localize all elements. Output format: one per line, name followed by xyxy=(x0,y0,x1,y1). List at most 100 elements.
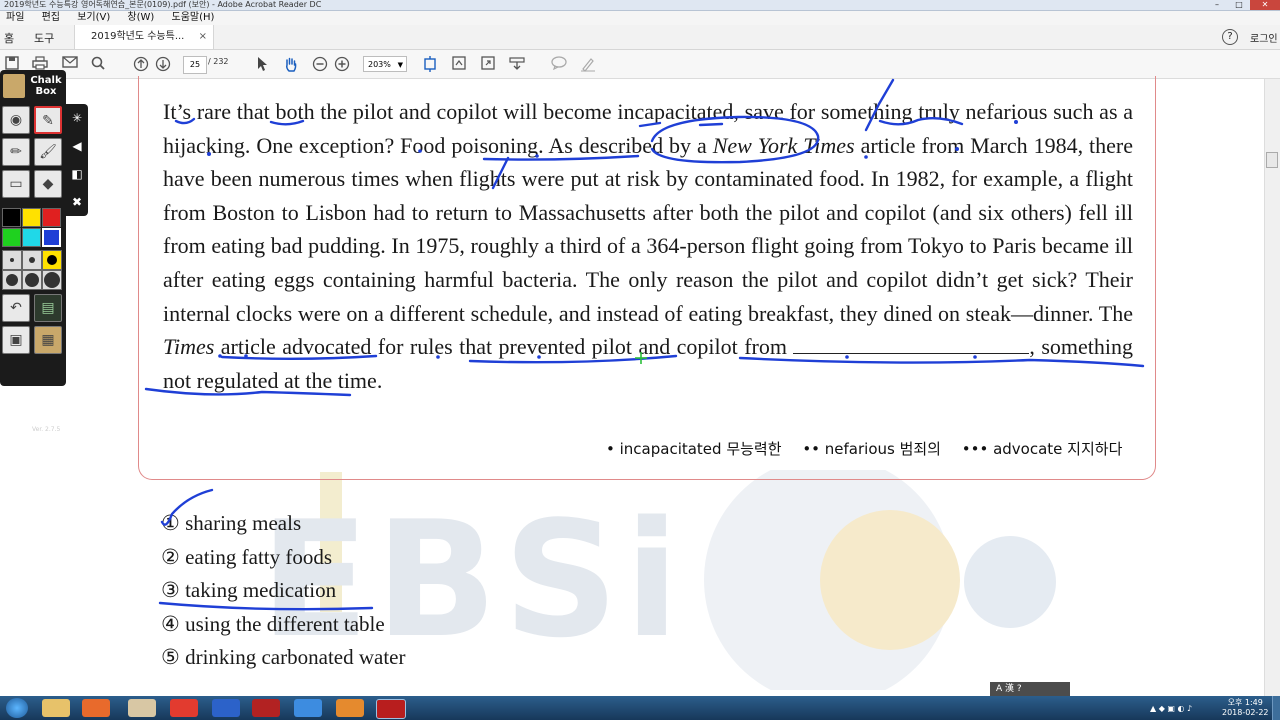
color-black[interactable] xyxy=(2,208,21,227)
page-number-input[interactable]: 25 xyxy=(183,56,207,74)
show-desktop-button[interactable] xyxy=(1272,696,1280,720)
option-1: ① sharing meals xyxy=(161,511,302,535)
window-title: 2019학년도 수능특강 영어독해연습_본문(0109).pdf (보안) - … xyxy=(4,0,322,9)
answer-blank xyxy=(793,335,1030,355)
newspaper-title: New York Times xyxy=(712,132,855,158)
hand-icon[interactable] xyxy=(283,56,299,72)
option-3: ③ taking medication xyxy=(161,578,337,602)
color-yellow[interactable] xyxy=(22,208,41,227)
undo-icon[interactable]: ↶ xyxy=(2,294,30,322)
explorer-taskbar-icon[interactable] xyxy=(42,699,70,717)
zoom-select[interactable]: 203% ▼ xyxy=(363,56,407,72)
media-player-taskbar-icon[interactable] xyxy=(82,699,110,717)
tab-home[interactable]: 홈 xyxy=(4,30,14,46)
stroke-size-large[interactable] xyxy=(42,250,62,270)
rotate-icon[interactable] xyxy=(451,56,467,72)
glossary: • incapacitated 무능력한 •• nefarious 범죄의 ••… xyxy=(606,438,1138,459)
stroke-size-small[interactable] xyxy=(2,250,22,270)
color-red[interactable] xyxy=(42,208,61,227)
eraser-small-icon[interactable]: ◧ xyxy=(69,166,85,182)
passage-text: It’s rare that both the pilot and copilo… xyxy=(163,95,1133,397)
download-icon[interactable] xyxy=(509,56,525,72)
option-2: ② eating fatty foods xyxy=(161,544,333,569)
tab-tools[interactable]: 도구 xyxy=(34,30,54,46)
chalkbox-palette: Chalk Box ◉ ✎ ✏ 🖌 ▭ ◆ ↶ ▤ ▣ ▦ Ver. 2.7.5 … xyxy=(0,70,66,443)
down-arrow-icon[interactable] xyxy=(155,56,171,72)
passage-paragraph: It’s rare that both the pilot and copilo… xyxy=(163,99,1134,393)
eraser-icon[interactable]: ▭ xyxy=(2,170,30,198)
chalkbox-logo-icon xyxy=(3,74,25,98)
tab-close-icon[interactable]: × xyxy=(199,25,207,49)
menu-window[interactable]: 창(W) xyxy=(127,11,154,25)
board-icon[interactable]: ▤ xyxy=(34,294,62,322)
fullscreen-icon[interactable] xyxy=(480,56,496,72)
tray-clock[interactable]: 오후 1:49 2018-02-22 xyxy=(1222,698,1269,718)
maximize-button[interactable]: □ xyxy=(1228,0,1250,10)
window-titlebar: 2019학년도 수능특강 영어독해연습_본문(0109).pdf (보안) - … xyxy=(0,0,1280,11)
stroke-size-xxxl[interactable] xyxy=(42,270,62,290)
color-blue[interactable] xyxy=(42,228,61,247)
sparkle-icon[interactable]: ✳ xyxy=(69,110,85,126)
app-taskbar-icon[interactable] xyxy=(128,699,156,717)
glossary-item: ••• advocate 지지하다 xyxy=(961,440,1123,458)
menu-edit[interactable]: 편집 xyxy=(42,11,60,25)
scrollbar-thumb[interactable] xyxy=(1266,152,1278,168)
up-arrow-icon[interactable] xyxy=(133,56,149,72)
app3-taskbar-icon[interactable] xyxy=(252,699,280,717)
sign-icon[interactable] xyxy=(580,56,596,72)
comment-icon[interactable] xyxy=(551,56,567,72)
chevron-down-icon: ▼ xyxy=(397,61,403,69)
app2-taskbar-icon[interactable] xyxy=(170,699,198,717)
vertical-scrollbar[interactable] xyxy=(1264,79,1280,696)
stroke-size-xl[interactable] xyxy=(2,270,22,290)
menu-file[interactable]: 파일 xyxy=(6,11,24,25)
mail-icon[interactable] xyxy=(62,56,78,72)
collapse-icon[interactable]: ◀ xyxy=(69,138,85,154)
ime-toolbar[interactable]: A 漢 ? xyxy=(990,682,1070,696)
zoom-out-icon[interactable] xyxy=(312,56,328,72)
color-green[interactable] xyxy=(2,228,21,247)
option-5: ⑤ drinking carbonated water xyxy=(161,645,406,669)
shape-tool-icon[interactable]: ◆ xyxy=(34,170,62,198)
page-total: / 232 xyxy=(208,57,229,66)
menu-help[interactable]: 도움말(H) xyxy=(172,11,215,25)
ie-taskbar-icon[interactable] xyxy=(294,699,322,717)
pen-tool-icon[interactable]: ✎ xyxy=(34,106,62,134)
glossary-item: •• nefarious 범죄의 xyxy=(802,440,941,458)
tab-document-label: 2019학년도 수능특... xyxy=(91,31,185,42)
close-icon[interactable]: ✖ xyxy=(69,194,85,210)
glossary-item: • incapacitated 무능력한 xyxy=(606,440,782,458)
help-icon[interactable]: ? xyxy=(1222,29,1238,45)
acrobat-taskbar-icon[interactable] xyxy=(376,699,406,719)
brush-icon[interactable]: 🖌 xyxy=(34,138,62,166)
globe-icon[interactable]: ◉ xyxy=(2,106,30,134)
window-icon[interactable]: ▣ xyxy=(2,326,30,354)
tab-bar: 홈 도구 2019학년도 수능특... × ? 로그인 xyxy=(0,25,1280,50)
tray-time: 오후 1:49 xyxy=(1227,698,1263,707)
minimize-button[interactable]: – xyxy=(1206,0,1228,10)
fit-page-icon[interactable] xyxy=(422,56,438,72)
close-button[interactable]: ✕ xyxy=(1250,0,1280,10)
toolbox-icon[interactable]: ▦ xyxy=(34,326,62,354)
zoom-in-icon[interactable] xyxy=(334,56,350,72)
stroke-size-xxl[interactable] xyxy=(22,270,42,290)
login-button[interactable]: 로그인 xyxy=(1250,30,1278,45)
word-taskbar-icon[interactable] xyxy=(212,699,240,717)
system-tray[interactable]: ▲ ◆ ▣ ◐ ♪ xyxy=(1150,704,1192,713)
stroke-size-medium[interactable] xyxy=(22,250,42,270)
color-cyan[interactable] xyxy=(22,228,41,247)
app4-taskbar-icon[interactable] xyxy=(336,699,364,717)
newspaper-title-short: Times xyxy=(163,334,215,360)
menu-view[interactable]: 보기(V) xyxy=(77,11,110,25)
answer-options: ① sharing meals ② eating fatty foods ③ t… xyxy=(161,507,405,675)
tray-date: 2018-02-22 xyxy=(1222,708,1269,717)
zoom-value: 203% xyxy=(368,60,391,69)
search-icon[interactable] xyxy=(90,56,106,72)
chalkbox-title: Chalk Box xyxy=(30,75,62,97)
chalkbox-brand: HABUENCE xyxy=(6,435,49,443)
tab-document[interactable]: 2019학년도 수능특... × xyxy=(74,25,214,49)
cursor-icon[interactable] xyxy=(254,56,270,72)
start-button[interactable] xyxy=(6,698,28,718)
window-controls: – □ ✕ xyxy=(1206,0,1280,10)
pencil-icon[interactable]: ✏ xyxy=(2,138,30,166)
